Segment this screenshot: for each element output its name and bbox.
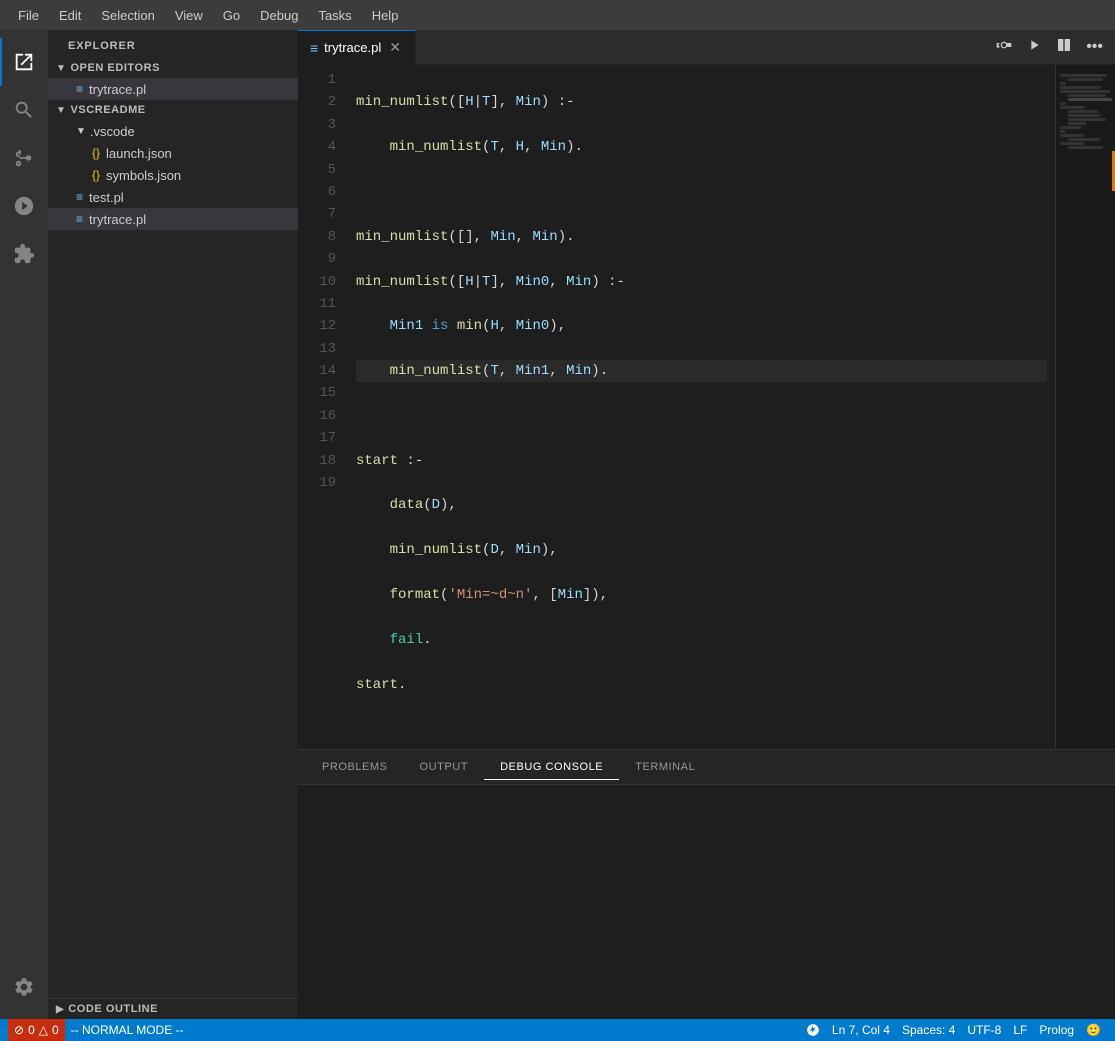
vscreadme-label: VSCREADME	[70, 104, 145, 116]
activity-remote[interactable]	[0, 182, 48, 230]
error-count: 0	[28, 1023, 35, 1037]
sidebar: EXPLORER ▼ OPEN EDITORS ≡ trytrace.pl ▼ …	[48, 30, 298, 1019]
file-icon-test: ≡	[76, 190, 83, 204]
menu-bar: File Edit Selection View Go Debug Tasks …	[0, 0, 1115, 30]
tab-close-button[interactable]: ✕	[387, 39, 403, 56]
status-left: ⊘ 0 △ 0 -- NORMAL MODE --	[8, 1019, 190, 1041]
activity-settings[interactable]	[0, 963, 48, 1011]
trytrace-pl-name: trytrace.pl	[89, 212, 146, 227]
code-outline-chevron: ▶	[56, 1004, 64, 1015]
symbols-json-file[interactable]: {} symbols.json	[48, 164, 298, 186]
test-pl-name: test.pl	[89, 190, 124, 205]
activity-git[interactable]	[0, 134, 48, 182]
open-editor-trytrace-name: trytrace.pl	[89, 82, 146, 97]
status-mode: -- NORMAL MODE --	[65, 1019, 190, 1041]
warning-icon: △	[39, 1023, 48, 1037]
editor-area: ≡ trytrace.pl ✕ ••• 12345 678	[298, 30, 1115, 1019]
activity-bar	[0, 30, 48, 1019]
tab-filename: trytrace.pl	[324, 40, 381, 55]
camera-action-btn[interactable]	[992, 35, 1016, 60]
menu-tasks[interactable]: Tasks	[308, 6, 361, 25]
panel: PROBLEMS OUTPUT DEBUG CONSOLE TERMINAL	[298, 749, 1115, 1019]
panel-tab-terminal[interactable]: TERMINAL	[619, 755, 711, 779]
tab-trytrace[interactable]: ≡ trytrace.pl ✕	[298, 30, 416, 65]
status-errors[interactable]: ⊘ 0 △ 0	[8, 1019, 65, 1041]
menu-selection[interactable]: Selection	[91, 6, 164, 25]
more-action-btn[interactable]: •••	[1082, 36, 1107, 58]
status-encoding[interactable]: UTF-8	[961, 1019, 1007, 1041]
activity-explorer[interactable]	[0, 38, 48, 86]
launch-json-name: launch.json	[106, 146, 172, 161]
activity-search[interactable]	[0, 86, 48, 134]
test-pl-file[interactable]: ≡ test.pl	[48, 186, 298, 208]
activity-extensions[interactable]	[0, 230, 48, 278]
status-eol[interactable]: LF	[1007, 1019, 1033, 1041]
status-spaces[interactable]: Spaces: 4	[896, 1019, 961, 1041]
menu-help[interactable]: Help	[362, 6, 409, 25]
status-language[interactable]: Prolog	[1033, 1019, 1080, 1041]
code-content[interactable]: min_numlist([H|T], Min) :- min_numlist(T…	[348, 65, 1055, 749]
vscreadme-section[interactable]: ▼ VSCREADME	[48, 100, 298, 120]
tab-bar: ≡ trytrace.pl ✕ •••	[298, 30, 1115, 65]
panel-tab-output[interactable]: OUTPUT	[404, 755, 485, 779]
line-numbers: 12345 678910 1112131415 16171819	[298, 65, 348, 749]
tab-file-icon: ≡	[310, 40, 318, 56]
menu-debug[interactable]: Debug	[250, 6, 308, 25]
status-right: Ln 7, Col 4 Spaces: 4 UTF-8 LF Prolog 🙂	[800, 1019, 1107, 1041]
code-outline-header[interactable]: ▶ CODE OUTLINE	[48, 999, 298, 1019]
code-outline-section: ▶ CODE OUTLINE	[48, 998, 298, 1019]
panel-tabs: PROBLEMS OUTPUT DEBUG CONSOLE TERMINAL	[298, 750, 1115, 785]
file-icon-launch: {}	[92, 146, 100, 160]
open-editors-section[interactable]: ▼ OPEN EDITORS	[48, 58, 298, 78]
split-action-btn[interactable]	[1052, 35, 1076, 60]
status-line-col[interactable]: Ln 7, Col 4	[826, 1019, 896, 1041]
file-icon-symbols: {}	[92, 168, 100, 182]
menu-edit[interactable]: Edit	[49, 6, 91, 25]
symbols-json-name: symbols.json	[106, 168, 181, 183]
vscode-folder[interactable]: ▼ .vscode	[48, 120, 298, 142]
trytrace-pl-file[interactable]: ≡ trytrace.pl	[48, 208, 298, 230]
open-editor-trytrace[interactable]: ≡ trytrace.pl	[48, 78, 298, 100]
warning-count: 0	[52, 1023, 59, 1037]
code-editor: 12345 678910 1112131415 16171819 min_num…	[298, 65, 1115, 749]
sidebar-header: EXPLORER	[48, 30, 298, 58]
open-editors-label: OPEN EDITORS	[70, 62, 160, 74]
error-icon: ⊘	[14, 1023, 24, 1037]
file-icon-trytrace: ≡	[76, 212, 83, 226]
status-feedback-icon[interactable]	[800, 1019, 826, 1041]
main-area: EXPLORER ▼ OPEN EDITORS ≡ trytrace.pl ▼ …	[0, 30, 1115, 1019]
menu-go[interactable]: Go	[213, 6, 250, 25]
vscode-folder-chevron: ▼	[76, 126, 86, 137]
launch-json-file[interactable]: {} launch.json	[48, 142, 298, 164]
panel-content	[298, 785, 1115, 1019]
tab-actions: •••	[984, 35, 1115, 60]
run-action-btn[interactable]	[1022, 35, 1046, 60]
menu-file[interactable]: File	[8, 6, 49, 25]
open-editors-chevron: ▼	[56, 63, 66, 74]
code-outline-label: CODE OUTLINE	[68, 1003, 158, 1015]
status-bar: ⊘ 0 △ 0 -- NORMAL MODE -- Ln 7, Col 4 Sp…	[0, 1019, 1115, 1041]
menu-view[interactable]: View	[165, 6, 213, 25]
vscreadme-chevron: ▼	[56, 105, 66, 116]
vscode-folder-name: .vscode	[90, 124, 135, 139]
file-icon-trytrace-open: ≡	[76, 82, 83, 96]
status-emoji[interactable]: 🙂	[1080, 1019, 1107, 1041]
panel-tab-debug[interactable]: DEBUG CONSOLE	[484, 755, 619, 780]
panel-tab-problems[interactable]: PROBLEMS	[306, 755, 404, 779]
minimap	[1055, 65, 1115, 749]
